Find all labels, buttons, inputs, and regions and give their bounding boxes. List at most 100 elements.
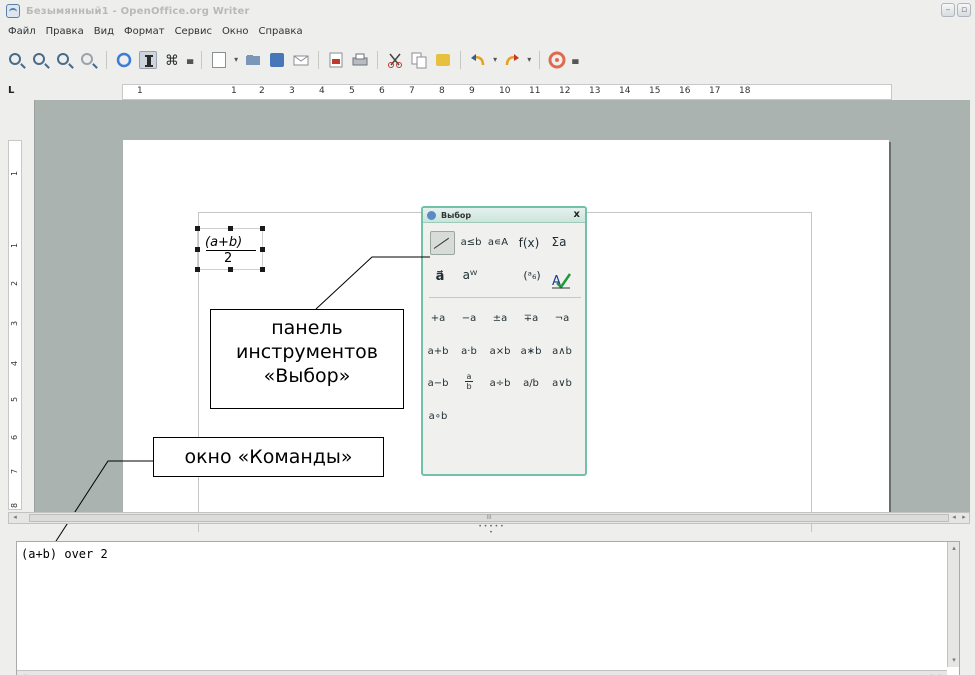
op-not-button[interactable]: ¬a [547, 313, 577, 324]
vertical-ruler[interactable]: 1 1 2 3 4 5 6 7 8 [8, 140, 22, 510]
op-cdot-button[interactable]: a·b [454, 346, 484, 357]
op-fraction-button[interactable]: a b [454, 372, 484, 391]
selection-handle[interactable] [260, 247, 265, 252]
formula-object[interactable]: (a+b) 2 [195, 226, 265, 272]
scroll-thumb[interactable]: III [29, 514, 949, 522]
zoom-page-icon[interactable] [56, 51, 74, 69]
ruler-number: 5 [349, 86, 355, 96]
formula-denominator: 2 [224, 251, 233, 266]
elements-toggle-icon[interactable] [139, 51, 157, 69]
help-icon[interactable] [548, 51, 566, 69]
category-others-button[interactable]: aᵂ [455, 268, 485, 282]
op-slash-button[interactable]: a/b [516, 378, 546, 389]
title-bar: Безымянный1 - OpenOffice.org Writer – ▫ [0, 0, 975, 22]
redo-dropdown-icon[interactable]: ▾ [527, 51, 531, 69]
toolbar-overflow-icon[interactable]: ▄ [572, 51, 578, 69]
commands-text[interactable]: (a+b) over 2 [21, 547, 108, 561]
ruler-number: 5 [10, 396, 20, 403]
category-operators-button[interactable]: Σa [544, 235, 574, 249]
new-icon[interactable] [210, 51, 228, 69]
app-logo-icon [6, 4, 20, 18]
op-divide-button[interactable]: a÷b [485, 378, 515, 389]
category-attributes-button[interactable]: a⃗ [425, 269, 455, 284]
elements-panel[interactable]: Выбор x a≤b a∊A f(x) Σa a⃗ aᵂ (ᵃ₆) A +a … [421, 206, 587, 476]
redo-icon[interactable] [503, 51, 521, 69]
op-or-button[interactable]: a∨b [547, 378, 577, 389]
main-toolbar: ⌘ ▄ ▾ ▾ ▾ ▄ [0, 40, 975, 80]
maximize-button[interactable]: ▫ [957, 3, 971, 17]
menu-file[interactable]: Файл [8, 26, 36, 37]
commands-hscrollbar[interactable]: ◂ ◂ ▸ [17, 670, 947, 675]
ruler-number: 10 [499, 86, 511, 96]
zoom-out-icon[interactable] [32, 51, 50, 69]
minimize-button[interactable]: – [941, 3, 955, 17]
category-brackets-button[interactable]: (ᵃ₆) [517, 269, 547, 282]
ruler-tab-icon[interactable]: L [8, 85, 26, 99]
ruler-number: 3 [289, 86, 295, 96]
menu-edit[interactable]: Правка [46, 26, 84, 37]
copy-icon[interactable] [410, 51, 428, 69]
category-formats-icon[interactable]: A [551, 271, 571, 289]
op-add-button[interactable]: a+b [423, 346, 453, 357]
window-controls: – ▫ [941, 3, 971, 17]
scroll-down-icon[interactable]: ▾ [949, 656, 959, 665]
op-ast-button[interactable]: a∗b [516, 346, 546, 357]
commands-window[interactable]: (a+b) over 2 ▴ ▾ ◂ ◂ ▸ [16, 541, 960, 675]
zoom-in-icon[interactable] [8, 51, 26, 69]
op-subtract-button[interactable]: a−b [423, 378, 453, 389]
pane-splitter[interactable]: • • • • • • [476, 524, 506, 536]
selection-handle[interactable] [228, 267, 233, 272]
scroll-left-icon[interactable]: ◂ [10, 513, 20, 522]
menu-view[interactable]: Вид [94, 26, 114, 37]
selection-handle[interactable] [260, 267, 265, 272]
selection-handle[interactable] [228, 226, 233, 231]
selection-handle[interactable] [195, 226, 200, 231]
undo-icon[interactable] [469, 51, 487, 69]
close-icon[interactable]: x [574, 209, 580, 220]
panel-titlebar[interactable]: Выбор x [423, 208, 585, 223]
ruler-number: 12 [559, 86, 571, 96]
email-icon[interactable] [292, 51, 310, 69]
selection-handle[interactable] [260, 226, 265, 231]
toolbar-separator [106, 51, 107, 69]
zoom-fit-icon[interactable] [80, 51, 98, 69]
op-times-button[interactable]: a×b [485, 346, 515, 357]
symbols-icon[interactable]: ⌘ [163, 51, 181, 69]
category-relations-button[interactable]: a≤b [456, 237, 486, 248]
category-functions-button[interactable]: f(x) [514, 236, 544, 250]
category-unary-binary-button[interactable] [430, 231, 455, 255]
formula-cursor-icon[interactable] [115, 51, 133, 69]
export-pdf-icon[interactable] [327, 51, 345, 69]
category-set-operations-button[interactable]: a∊A [483, 237, 513, 248]
selection-handle[interactable] [195, 267, 200, 272]
save-icon[interactable] [268, 51, 286, 69]
scroll-left-icon[interactable]: ◂ [949, 513, 959, 522]
ruler-number: 7 [10, 468, 20, 475]
op-minus-button[interactable]: −a [454, 313, 484, 324]
cut-icon[interactable] [386, 51, 404, 69]
ruler-number: 8 [10, 502, 20, 509]
toolbar-overflow-icon[interactable]: ▄ [187, 51, 193, 69]
menu-format[interactable]: Формат [124, 26, 165, 37]
selection-handle[interactable] [195, 247, 200, 252]
menu-window[interactable]: Окно [222, 26, 249, 37]
menu-help[interactable]: Справка [259, 26, 303, 37]
panel-divider [429, 297, 581, 298]
print-icon[interactable] [351, 51, 369, 69]
scroll-up-icon[interactable]: ▴ [949, 544, 959, 553]
new-dropdown-icon[interactable]: ▾ [234, 51, 238, 69]
ruler-number: 1 [137, 86, 143, 96]
open-icon[interactable] [244, 51, 262, 69]
ruler-number: 9 [469, 86, 475, 96]
op-plus-button[interactable]: +a [423, 313, 453, 324]
undo-dropdown-icon[interactable]: ▾ [493, 51, 497, 69]
op-circ-button[interactable]: a∘b [423, 411, 453, 422]
op-minusplus-button[interactable]: ∓a [516, 313, 546, 324]
horizontal-ruler[interactable]: 1 1 2 3 4 5 6 7 8 9 10 11 12 13 14 15 16 17 18 [122, 84, 892, 100]
op-and-button[interactable]: a∧b [547, 346, 577, 357]
scroll-right-icon[interactable]: ▸ [959, 513, 969, 522]
commands-vscrollbar[interactable]: ▴ ▾ [947, 542, 959, 667]
paste-icon[interactable] [434, 51, 452, 69]
menu-tools[interactable]: Сервис [175, 26, 212, 37]
op-plusminus-button[interactable]: ±a [485, 313, 515, 324]
